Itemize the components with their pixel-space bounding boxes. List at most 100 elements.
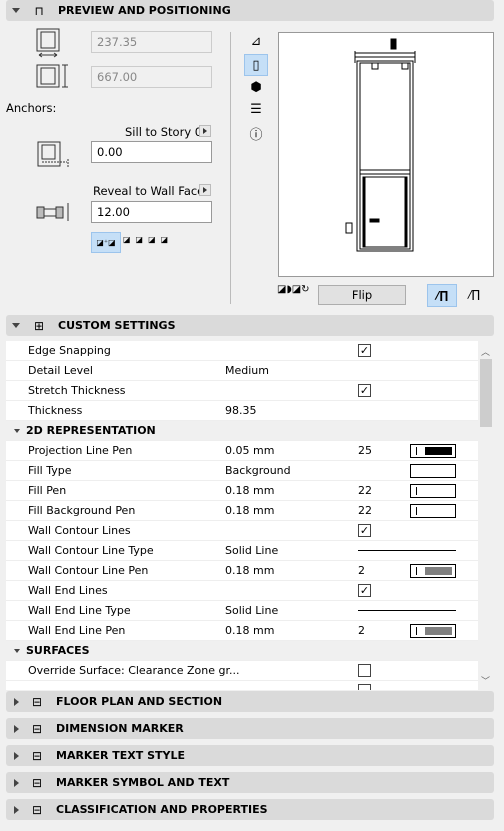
floor-plan-icon: ⊟ (31, 694, 43, 709)
section-header[interactable]: ⊟ CLASSIFICATION AND PROPERTIES (6, 799, 494, 820)
table-row[interactable]: Wall End Line Type Solid Line (6, 601, 478, 621)
table-row[interactable]: Wall Contour Line Type Solid Line (6, 541, 478, 561)
row-name: Wall Contour Line Pen (28, 564, 149, 577)
width-field[interactable]: 237.35 (91, 31, 212, 53)
row-value[interactable]: 0.18 mm (225, 501, 274, 520)
section-title: MARKER SYMBOL AND TEXT (56, 776, 230, 789)
section-header[interactable]: ⊟ MARKER SYMBOL AND TEXT (6, 772, 494, 793)
scroll-down-icon[interactable]: ﹀ (481, 674, 490, 687)
pen-number[interactable]: 22 (358, 481, 372, 500)
row-value[interactable]: Solid Line (225, 541, 278, 560)
table-row[interactable]: Edge Snapping ✓ (6, 341, 478, 361)
row-value[interactable]: Medium (225, 361, 269, 380)
pen-swatch[interactable] (410, 504, 456, 518)
collapse-icon[interactable] (14, 649, 20, 653)
checkbox[interactable] (358, 664, 371, 677)
scrollbar[interactable]: ︿ ﹀ (478, 341, 494, 690)
plan-view-icon[interactable]: ⊿ (244, 31, 268, 53)
row-value[interactable]: 0.18 mm (225, 621, 274, 640)
flip-side-icon: ◪◗◪↻ (277, 284, 310, 295)
row-value[interactable]: 0.18 mm (225, 561, 274, 580)
row-name: Fill Type (28, 464, 72, 477)
table-row[interactable]: Wall End Line Pen 0.18 mm 2 (6, 621, 478, 641)
expand-icon (14, 751, 19, 760)
table-row[interactable]: Fill Type Background (6, 461, 478, 481)
pen-swatch[interactable] (410, 464, 456, 478)
table-row[interactable]: Projection Line Pen 0.05 mm 25 (6, 441, 478, 461)
collapse-icon (12, 323, 20, 328)
row-name: Projection Line Pen (28, 444, 133, 457)
marker-symbol-icon: ⊟ (31, 775, 43, 790)
row-value[interactable]: 0.05 mm (225, 441, 274, 460)
section-title: FLOOR PLAN AND SECTION (56, 695, 223, 708)
opening-inside-button[interactable]: /∏ (427, 284, 457, 307)
height-field[interactable]: 667.00 (91, 66, 212, 88)
table-row[interactable]: Fill Pen 0.18 mm 22 (6, 481, 478, 501)
pen-number[interactable]: 2 (358, 621, 365, 640)
collapse-icon[interactable] (14, 429, 20, 433)
row-name: Wall End Lines (28, 584, 108, 597)
divider (230, 32, 231, 304)
checkbox[interactable]: ✓ (358, 524, 371, 537)
table-row[interactable]: Stretch Thickness ✓ (6, 381, 478, 401)
door-frame-icon: ⊓ (34, 3, 44, 18)
table-row[interactable]: Override Surface: Clearance Zone gr... (6, 661, 478, 681)
row-name: Fill Pen (28, 484, 67, 497)
reveal-option-both-button[interactable]: ◪⁺◪ (91, 232, 121, 253)
expand-icon (14, 697, 19, 706)
line-type-preview (358, 550, 456, 551)
section-header[interactable]: ⊟ DIMENSION MARKER (6, 718, 494, 739)
custom-settings-icon: ⊞ (33, 318, 45, 333)
opening-outside-button[interactable]: /∏ (461, 284, 487, 307)
expand-icon (14, 805, 19, 814)
row-name: Detail Level (28, 364, 93, 377)
info-icon[interactable]: ⓘ (244, 125, 268, 147)
collapse-icon (12, 8, 20, 13)
elevation-view-icon[interactable]: ▯ (244, 54, 268, 76)
row-value[interactable]: 98.35 (225, 401, 257, 420)
pen-swatch[interactable] (410, 624, 456, 638)
pen-number[interactable]: 25 (358, 441, 372, 460)
row-value[interactable]: Solid Line (225, 601, 278, 620)
row-value[interactable]: Background (225, 461, 291, 480)
checkbox[interactable]: ✓ (358, 384, 371, 397)
table-row[interactable]: Wall End Lines ✓ (6, 581, 478, 601)
section-header[interactable]: ⊟ MARKER TEXT STYLE (6, 745, 494, 766)
sill-field[interactable]: 0.00 (91, 141, 212, 163)
preview-section-header[interactable]: ⊓ PREVIEW AND POSITIONING (6, 0, 494, 21)
section-view-icon[interactable]: ☰ (244, 99, 268, 121)
table-row[interactable]: Fill Background Pen 0.18 mm 22 (6, 501, 478, 521)
pen-swatch[interactable] (410, 444, 456, 458)
table-row[interactable]: Detail Level Medium (6, 361, 478, 381)
sill-anchor-menu-button[interactable] (199, 125, 211, 137)
3d-view-icon[interactable]: ⬢ (244, 77, 268, 99)
width-icon (36, 28, 60, 58)
dimension-marker-icon: ⊟ (31, 721, 43, 736)
pen-swatch[interactable] (410, 564, 456, 578)
table-row[interactable]: Wall Contour Lines ✓ (6, 521, 478, 541)
reveal-anchor-menu-button[interactable] (199, 184, 211, 196)
scrollbar-thumb[interactable] (480, 359, 492, 427)
flip-button[interactable]: Flip (318, 285, 406, 305)
group-row[interactable]: SURFACES (6, 641, 478, 661)
pen-swatch[interactable] (410, 484, 456, 498)
custom-settings-header[interactable]: ⊞ CUSTOM SETTINGS (6, 315, 494, 336)
table-row[interactable]: Wall Contour Line Pen 0.18 mm 2 (6, 561, 478, 581)
pen-number[interactable]: 22 (358, 501, 372, 520)
reveal-icon (36, 203, 69, 221)
table-row[interactable]: Thickness 98.35 (6, 401, 478, 421)
table-row[interactable] (6, 681, 478, 690)
classification-icon: ⊟ (31, 802, 43, 817)
reveal-field[interactable]: 12.00 (91, 201, 212, 223)
scroll-up-icon[interactable]: ︿ (481, 345, 490, 358)
group-row[interactable]: 2D REPRESENTATION (6, 421, 478, 441)
checkbox[interactable] (358, 684, 371, 690)
reveal-option-buttons[interactable]: ◪◪◪◪ (123, 235, 173, 244)
checkbox[interactable]: ✓ (358, 344, 371, 357)
checkbox[interactable]: ✓ (358, 584, 371, 597)
row-value[interactable]: 0.18 mm (225, 481, 274, 500)
expand-icon (14, 778, 19, 787)
section-header[interactable]: ⊟ FLOOR PLAN AND SECTION (6, 691, 494, 712)
row-name: 2D REPRESENTATION (26, 424, 156, 437)
pen-number[interactable]: 2 (358, 561, 365, 580)
